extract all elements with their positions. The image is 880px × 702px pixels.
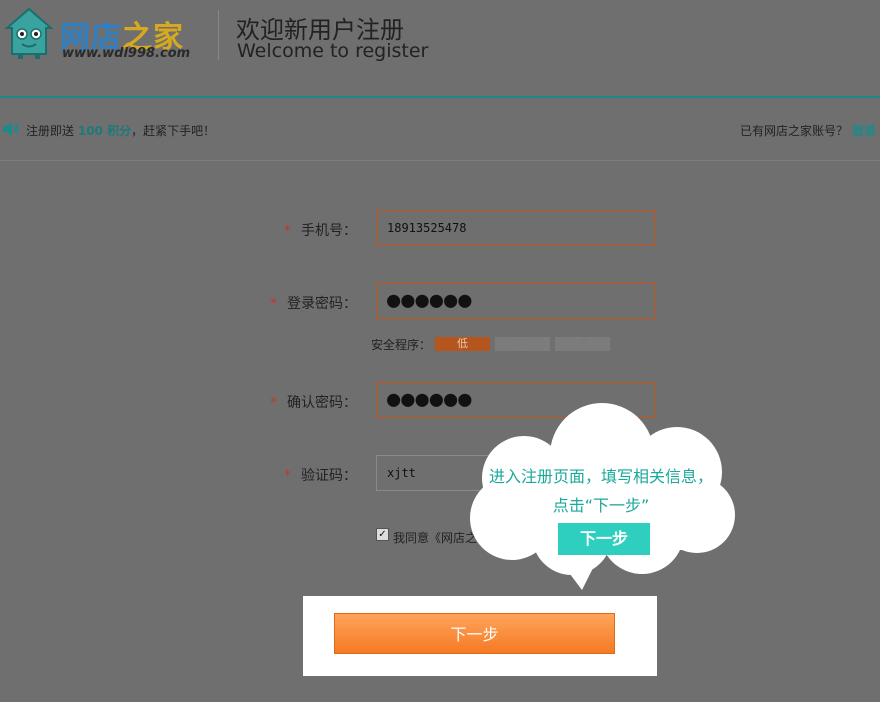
password-label: * 登录密码： xyxy=(270,296,357,312)
confirm-password-label: * 确认密码： xyxy=(270,395,357,411)
strength-high: 高 xyxy=(555,337,610,351)
captcha-label: * 验证码： xyxy=(284,468,357,484)
tooltip-next-button: 下一步 xyxy=(558,523,650,555)
tooltip-text: 进入注册页面，填写相关信息，点击“下一步” xyxy=(488,467,713,515)
header: 网店之家 www.wdl998.com 欢迎新用户注册 Welcome to r… xyxy=(0,0,880,97)
agree-checkbox[interactable]: ✓ xyxy=(376,528,389,541)
login-prompt: 已有网店之家账号？ 登录 xyxy=(739,124,876,138)
house-mascot-icon xyxy=(4,7,54,59)
site-logo[interactable]: 网店之家 www.wdl998.com xyxy=(4,6,204,62)
password-input[interactable]: ●●●●●● xyxy=(376,283,656,319)
phone-input[interactable]: 18913525478 xyxy=(376,210,656,246)
login-link[interactable]: 登录 xyxy=(852,124,876,138)
phone-label: * 手机号： xyxy=(284,223,357,239)
info-bar: 注册即送 100 积分，赶紧下手吧！ 已有网店之家账号？ 登录 xyxy=(0,98,880,161)
promo-text: 注册即送 100 积分，赶紧下手吧！ xyxy=(26,124,216,138)
strength-medium: 中 xyxy=(495,337,550,351)
logo-url: www.wdl998.com xyxy=(62,46,191,61)
header-divider xyxy=(218,10,219,60)
speaker-icon xyxy=(3,122,19,136)
next-step-button[interactable]: 下一步 xyxy=(334,613,615,654)
password-strength-label: 安全程序： xyxy=(371,338,432,352)
promo-points: 100 积分 xyxy=(77,124,132,138)
strength-low: 低 xyxy=(435,337,490,351)
page-subtitle: Welcome to register xyxy=(237,40,429,62)
